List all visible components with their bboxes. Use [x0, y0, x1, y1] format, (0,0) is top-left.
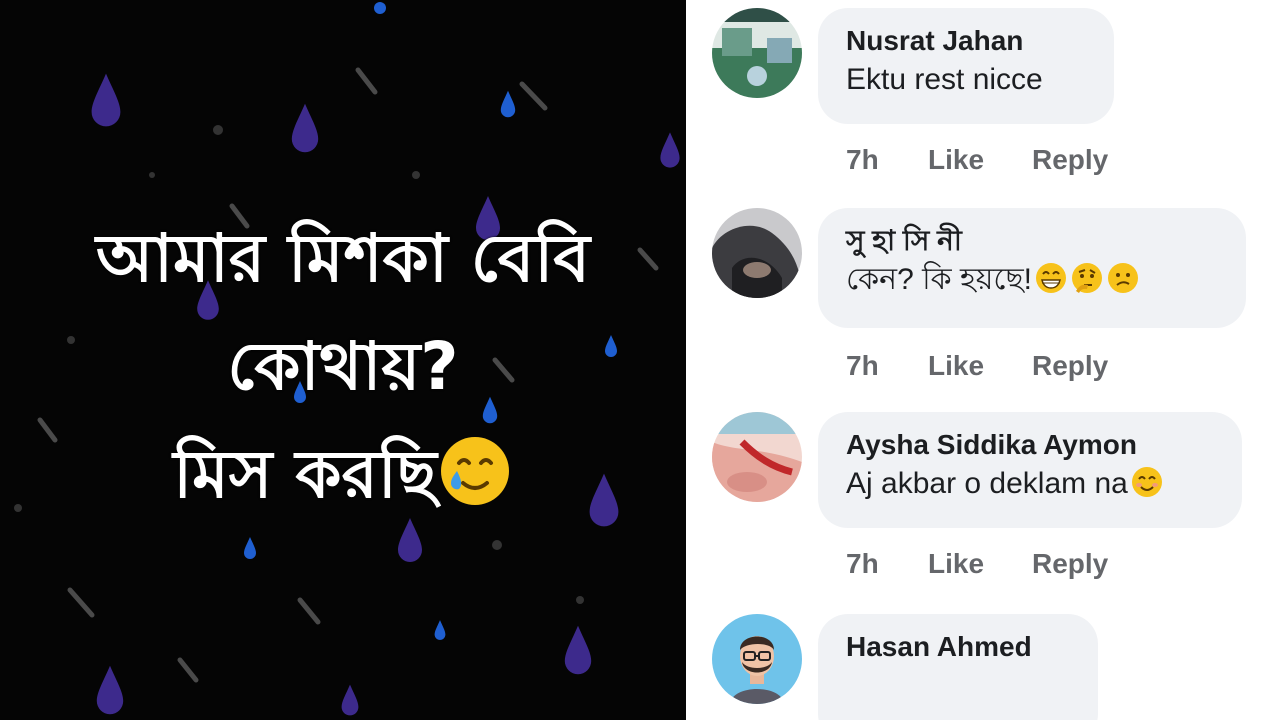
comment-author[interactable]: Hasan Ahmed: [846, 630, 1070, 664]
comment-actions: 7h Like Reply: [846, 144, 1108, 176]
comment-author[interactable]: সু হা সি নী: [846, 224, 1218, 258]
screenshot-root: আমার মিশকা বেবি কোথায়? মিস করছি Nusrat …: [0, 0, 1264, 720]
reply-button[interactable]: Reply: [1032, 350, 1108, 382]
caption-line-2: কোথায়?: [227, 328, 459, 405]
cartoon-man-avatar-icon: [712, 614, 802, 704]
comment-text: Ektu rest nicce: [846, 58, 1086, 102]
post-caption: আমার মিশকা বেবি কোথায়? মিস করছি: [0, 205, 686, 529]
hand-photo-avatar-icon: [712, 412, 802, 502]
comment-author[interactable]: Aysha Siddika Aymon: [846, 428, 1214, 462]
comment-time[interactable]: 7h: [846, 144, 928, 176]
caption-line-3: মিস করছি: [173, 436, 437, 513]
comment-text: Aj akbar o deklam na: [846, 462, 1214, 506]
comment-bubble: সু হা সি নী কেন? কি হয়ছে!: [818, 208, 1246, 328]
comments-panel: Nusrat Jahan Ektu rest nicce 7h Like Reply…: [686, 0, 1264, 720]
comment-actions: 7h Like Reply: [846, 350, 1108, 382]
landscape-photo-avatar-icon: [712, 8, 802, 98]
like-button[interactable]: Like: [928, 144, 1032, 176]
grinning-face-icon: [1036, 263, 1066, 293]
comment-bubble: Aysha Siddika Aymon Aj akbar o deklam na: [818, 412, 1242, 528]
hooded-person-avatar-icon: [712, 208, 802, 298]
reply-button[interactable]: Reply: [1032, 144, 1108, 176]
comment-time[interactable]: 7h: [846, 350, 928, 382]
smiling-face-with-tear-icon: [440, 437, 509, 505]
post-image: আমার মিশকা বেবি কোথায়? মিস করছি: [0, 0, 686, 720]
comment-time[interactable]: 7h: [846, 548, 928, 580]
reply-button[interactable]: Reply: [1032, 548, 1108, 580]
commenter-avatar[interactable]: [712, 208, 802, 298]
caption-line-1: আমার মিশকা বেবি: [95, 220, 591, 297]
confused-face-icon: [1108, 263, 1138, 293]
smiling-face-icon: [1131, 467, 1162, 497]
comment-text-content: কেন? কি হয়ছে!: [846, 263, 1032, 296]
comment-actions: 7h Like Reply: [846, 548, 1108, 580]
like-button[interactable]: Like: [928, 350, 1032, 382]
commenter-avatar[interactable]: [712, 8, 802, 98]
comment-text-content: Ektu rest nicce: [846, 63, 1043, 96]
caption-line-3-wrap: মিস করছি: [0, 421, 686, 529]
comment-text-content: Aj akbar o deklam na: [846, 467, 1128, 500]
commenter-avatar[interactable]: [712, 614, 802, 704]
like-button[interactable]: Like: [928, 548, 1032, 580]
thinking-face-icon: [1072, 263, 1102, 293]
comment-text: কেন? কি হয়ছে!: [846, 258, 1218, 302]
comment-bubble: Hasan Ahmed: [818, 614, 1098, 720]
comment-bubble: Nusrat Jahan Ektu rest nicce: [818, 8, 1114, 124]
comment-author[interactable]: Nusrat Jahan: [846, 24, 1086, 58]
commenter-avatar[interactable]: [712, 412, 802, 502]
